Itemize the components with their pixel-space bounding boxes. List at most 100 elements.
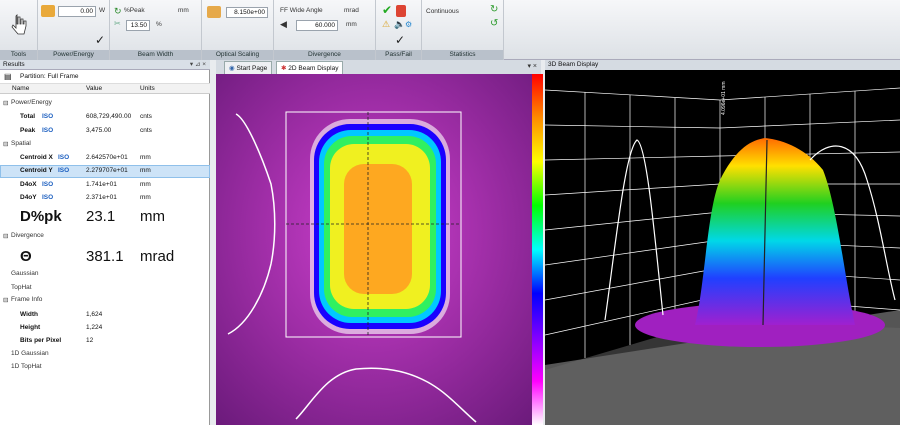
power-energy-label: Power/Energy — [38, 50, 109, 60]
apply-check-icon[interactable]: ✓ — [95, 33, 105, 47]
table-row-dpk[interactable]: D%pk 23.1 mm — [0, 208, 210, 230]
display-tabs: ◉ Start Page ✱ 2D Beam Display ▾ × — [216, 60, 541, 74]
row-value: 2.279707e+01 — [86, 167, 128, 174]
power-value-field[interactable]: 0.00 — [58, 6, 96, 17]
row-name: D4oX — [20, 181, 37, 188]
power-unit-dropdown[interactable]: W — [99, 7, 105, 14]
collapse-icon[interactable]: ⊟ — [3, 99, 8, 107]
iso-badge: ISO — [42, 181, 54, 188]
row-unit: mm — [140, 181, 151, 188]
axis-scale-label: 4.096e+01 mm — [721, 82, 727, 116]
fail-alert-icon[interactable] — [396, 5, 406, 17]
row-value: 23.1 — [86, 208, 116, 225]
pass-check-icon[interactable]: ✔ — [382, 3, 392, 17]
scaling-icon[interactable] — [207, 6, 221, 18]
beam-width-group: ↻ %Peak mm ✂ 13.50 % Beam Width — [110, 0, 202, 60]
lens-icon: ◀ — [280, 19, 287, 29]
beam-width-unit-dropdown[interactable]: mm — [178, 7, 189, 14]
row-name: Peak — [20, 127, 36, 134]
row-name: Total — [20, 113, 36, 120]
row-value: 2.371e+01 — [86, 194, 117, 201]
tab-label: Start Page — [236, 65, 268, 72]
beam-width-method-dropdown[interactable]: %Peak — [124, 7, 145, 14]
beam-icon: ✱ — [281, 65, 287, 72]
row-unit: mm — [140, 167, 151, 174]
row-value: 381.1 — [86, 248, 124, 265]
row-name: D%pk — [20, 208, 62, 225]
statistics-mode-dropdown[interactable]: Continuous — [426, 8, 459, 15]
warning-icon[interactable]: ⚠ — [382, 19, 390, 30]
ribbon: Tools 0.00 W ✓ Power/Energy ↻ %Peak mm ✂… — [0, 0, 900, 60]
row-value: 1,624 — [86, 311, 103, 318]
row-unit: mm — [140, 208, 165, 225]
row-name: Width — [20, 311, 38, 318]
iso-badge: ISO — [42, 194, 54, 201]
tab-label: 2D Beam Display — [288, 65, 339, 72]
row-unit: mm — [140, 194, 151, 201]
beam-2d-display[interactable] — [216, 74, 532, 425]
collapse-icon[interactable]: ⊟ — [3, 140, 8, 148]
start-page-icon: ◉ — [229, 65, 235, 72]
sound-icon[interactable]: 🔈 — [394, 19, 405, 30]
pass-fail-label: Pass/Fail — [376, 50, 421, 60]
focal-length-field[interactable]: 60.000 — [296, 20, 338, 31]
col-name[interactable]: Name — [12, 84, 29, 94]
section-label: Spatial — [11, 140, 31, 147]
tools-label: Tools — [0, 50, 37, 60]
row-name: D4oY — [20, 194, 37, 201]
power-icon[interactable] — [41, 5, 55, 17]
row-name: Bits per Pixel — [20, 337, 62, 344]
divergence-group: FF Wide Angle mrad ◀ 60.000 mm Divergenc… — [274, 0, 376, 60]
optical-scaling-label: Optical Scaling — [202, 50, 273, 60]
tab-start-page[interactable]: ◉ Start Page — [224, 61, 273, 74]
divergence-unit-dropdown[interactable]: mrad — [344, 7, 359, 14]
table-row-centroid-y[interactable]: Centroid Y ISO 2.279707e+01 mm — [0, 165, 210, 178]
row-value: 3,475.00 — [86, 127, 112, 134]
refresh-icon[interactable]: ↻ — [114, 6, 122, 17]
col-units[interactable]: Units — [140, 84, 155, 94]
pin-close-icon[interactable]: ▾ ⊿ × — [190, 60, 206, 70]
scissors-icon: ✂ — [114, 19, 121, 28]
beam-3d-display[interactable]: 4.096e+01 mm — [545, 70, 900, 425]
divergence-method-dropdown[interactable]: FF Wide Angle — [280, 7, 323, 14]
row-value: 12 — [86, 337, 94, 344]
row-name: Θ — [20, 248, 32, 265]
tools-group: Tools — [0, 0, 38, 60]
section-label: TopHat — [11, 284, 32, 291]
beam-core-orange — [344, 164, 412, 294]
close-tab-icon[interactable]: ▾ × — [527, 62, 537, 70]
collapse-icon[interactable]: ⊟ — [3, 296, 8, 304]
results-panel: Results ▾ ⊿ × ▤ Partition: Full Frame Na… — [0, 60, 210, 425]
results-header: Name Value Units — [0, 83, 210, 94]
table-row-theta[interactable]: Θ 381.1 mrad — [0, 248, 210, 270]
pointer-tool-icon[interactable] — [10, 12, 28, 36]
stats-reset-icon[interactable]: ↺ — [490, 18, 498, 29]
section-label: Power/Energy — [11, 99, 52, 106]
row-value: 2.642570e+01 — [86, 154, 128, 161]
results-logo-icon: ▤ — [4, 72, 12, 81]
stats-start-icon[interactable]: ↻ — [490, 4, 498, 15]
row-value: 1,224 — [86, 324, 103, 331]
iso-badge: ISO — [58, 154, 70, 161]
row-value: 608,729,490.00 — [86, 113, 132, 120]
row-unit: mrad — [140, 248, 175, 265]
display-3d-title: 3D Beam Display — [545, 60, 900, 70]
optical-scaling-field[interactable]: 8.150e+00 — [226, 7, 268, 18]
partition-dropdown[interactable]: Partition: Full Frame — [20, 70, 79, 83]
collapse-icon[interactable]: ⊟ — [3, 232, 8, 240]
col-value[interactable]: Value — [86, 84, 102, 94]
color-scale-bar — [532, 74, 543, 425]
section-label: 1D Gaussian — [11, 350, 49, 357]
iso-badge: ISO — [42, 113, 54, 120]
results-title: Results ▾ ⊿ × — [0, 60, 210, 70]
row-name: Centroid Y — [20, 167, 53, 174]
settings-icon[interactable]: ⚙ — [405, 20, 412, 29]
section-label: 1D TopHat — [11, 363, 42, 370]
row-unit: cnts — [140, 127, 152, 134]
pass-fail-check-icon[interactable]: ✓ — [395, 33, 405, 47]
partition-row: ▤ Partition: Full Frame — [0, 70, 210, 83]
tab-2d-beam-display[interactable]: ✱ 2D Beam Display — [276, 61, 344, 74]
statistics-group: Continuous ↻ ↺ Statistics — [422, 0, 504, 60]
clip-level-field[interactable]: 13.50 — [126, 20, 150, 31]
row-value: 1.741e+01 — [86, 181, 117, 188]
